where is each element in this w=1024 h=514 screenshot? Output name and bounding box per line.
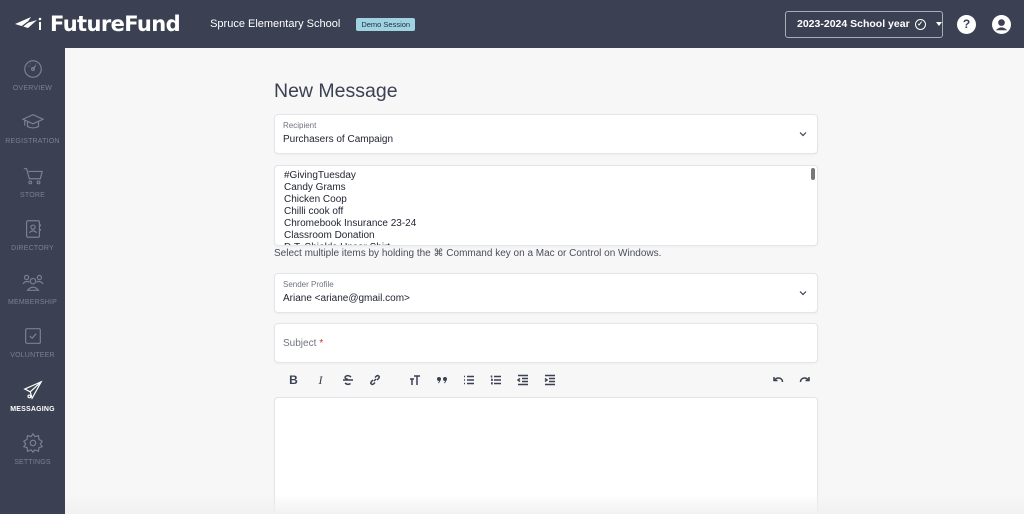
page-title: New Message: [274, 80, 398, 102]
sidebar-item-membership[interactable]: MEMBERSHIP: [0, 262, 65, 316]
gear-icon: [22, 433, 43, 454]
italic-button[interactable]: I: [307, 370, 334, 390]
strikethrough-button[interactable]: [334, 370, 361, 390]
sender-profile-select[interactable]: Sender Profile Ariane <ariane@gmail.com>: [274, 273, 818, 313]
school-year-value: 2023-2024 School year: [797, 18, 910, 30]
campaign-multi-select[interactable]: #GivingTuesday Candy Grams Chicken Coop …: [274, 165, 818, 246]
sidebar-item-label: MEMBERSHIP: [7, 298, 58, 306]
subject-placeholder: Subject: [283, 337, 317, 349]
sidebar-nav: OVERVIEW REGISTRATION STORE DIRECTORY ME…: [0, 48, 65, 514]
sidebar-item-label: VOLUNTEER: [10, 352, 55, 360]
paper-plane-icon: [22, 380, 43, 400]
italic-icon: I: [318, 372, 323, 387]
sidebar-item-store[interactable]: STORE: [0, 155, 65, 209]
campaign-option[interactable]: #GivingTuesday: [284, 170, 808, 182]
bullet-list-button[interactable]: [455, 370, 482, 390]
chevron-down-icon: [799, 132, 807, 137]
graduation-cap-icon: [21, 114, 44, 129]
demo-session-badge: Demo Session: [356, 17, 416, 31]
sidebar-item-overview[interactable]: OVERVIEW: [0, 48, 65, 102]
required-mark: *: [319, 337, 324, 349]
strikethrough-icon: [342, 374, 353, 386]
numbered-list-icon: [490, 375, 501, 385]
text-size-icon: [409, 375, 420, 385]
people-icon: [21, 274, 44, 291]
quote-icon: [436, 377, 447, 384]
caret-down-icon: [935, 22, 942, 26]
contact-book-icon: [25, 220, 41, 239]
recipient-select[interactable]: Recipient Purchasers of Campaign: [274, 114, 818, 154]
message-body-editor[interactable]: [274, 397, 818, 514]
chevron-down-icon: [799, 291, 807, 296]
recipient-value: Purchasers of Campaign: [283, 134, 394, 145]
outdent-button[interactable]: [509, 370, 536, 390]
recipient-label: Recipient: [283, 121, 317, 130]
campaign-option[interactable]: Candy Grams: [284, 182, 808, 194]
editor-toolbar: B I: [274, 363, 818, 397]
sender-profile-label: Sender Profile: [283, 280, 334, 289]
help-question-icon[interactable]: ?: [957, 14, 976, 34]
bullet-list-icon: [463, 375, 474, 385]
sidebar-item-label: DIRECTORY: [11, 245, 54, 253]
brand-logo[interactable]: FutureFund: [14, 12, 181, 36]
sidebar-item-settings[interactable]: SETTINGS: [0, 423, 65, 477]
sidebar-item-volunteer[interactable]: VOLUNTEER: [0, 316, 65, 370]
campaign-option[interactable]: D.T. Shields Unser Shirt: [284, 242, 808, 245]
campaign-option[interactable]: Classroom Donation: [284, 230, 808, 242]
check-circle-icon: ✓: [914, 18, 926, 30]
sidebar-item-label: SETTINGS: [14, 459, 51, 467]
campaign-option[interactable]: Chromebook Insurance 23-24: [284, 218, 808, 230]
school-year-select[interactable]: 2023-2024 School year ✓: [785, 10, 943, 38]
heading-button[interactable]: [401, 370, 428, 390]
sidebar-item-label: REGISTRATION: [5, 138, 60, 146]
listbox-scrollbar[interactable]: [811, 168, 815, 180]
cart-icon: [23, 167, 43, 185]
top-bar: FutureFund Spruce Elementary School Demo…: [0, 0, 1024, 48]
undo-button[interactable]: [764, 370, 791, 390]
numbered-list-button[interactable]: [482, 370, 509, 390]
bold-button[interactable]: B: [280, 370, 307, 390]
sidebar-item-directory[interactable]: DIRECTORY: [0, 209, 65, 263]
indent-button[interactable]: [536, 370, 563, 390]
sidebar-item-label: MESSAGING: [10, 405, 55, 413]
futurefund-logo-icon: [15, 17, 42, 30]
subject-input[interactable]: Subject *: [274, 323, 818, 363]
campaign-option[interactable]: Chilli cook off: [284, 206, 808, 218]
link-button[interactable]: [361, 370, 388, 390]
undo-icon: [772, 377, 783, 383]
new-message-form: New Message Recipient Purchasers of Camp…: [274, 48, 818, 514]
user-account-icon[interactable]: [992, 14, 1011, 34]
multi-select-hint: Select multiple items by holding the ⌘ C…: [274, 248, 662, 259]
redo-icon: [799, 377, 810, 383]
blockquote-button[interactable]: [428, 370, 455, 390]
checkbox-icon: [24, 328, 41, 345]
sidebar-item-registration[interactable]: REGISTRATION: [0, 102, 65, 156]
sidebar-item-messaging[interactable]: MESSAGING: [0, 369, 65, 423]
bold-icon: B: [289, 373, 298, 387]
sidebar-item-label: STORE: [20, 191, 45, 199]
campaign-option[interactable]: Chicken Coop: [284, 194, 808, 206]
sidebar-item-label: OVERVIEW: [12, 84, 53, 92]
link-icon: [369, 374, 380, 386]
gauge-icon: [23, 59, 42, 78]
sender-profile-value: Ariane <ariane@gmail.com>: [283, 293, 410, 304]
brand-name: FutureFund: [50, 12, 181, 36]
redo-button[interactable]: [791, 370, 818, 390]
indent-icon: [544, 374, 555, 386]
outdent-icon: [516, 374, 528, 386]
school-name: Spruce Elementary School: [210, 18, 341, 30]
